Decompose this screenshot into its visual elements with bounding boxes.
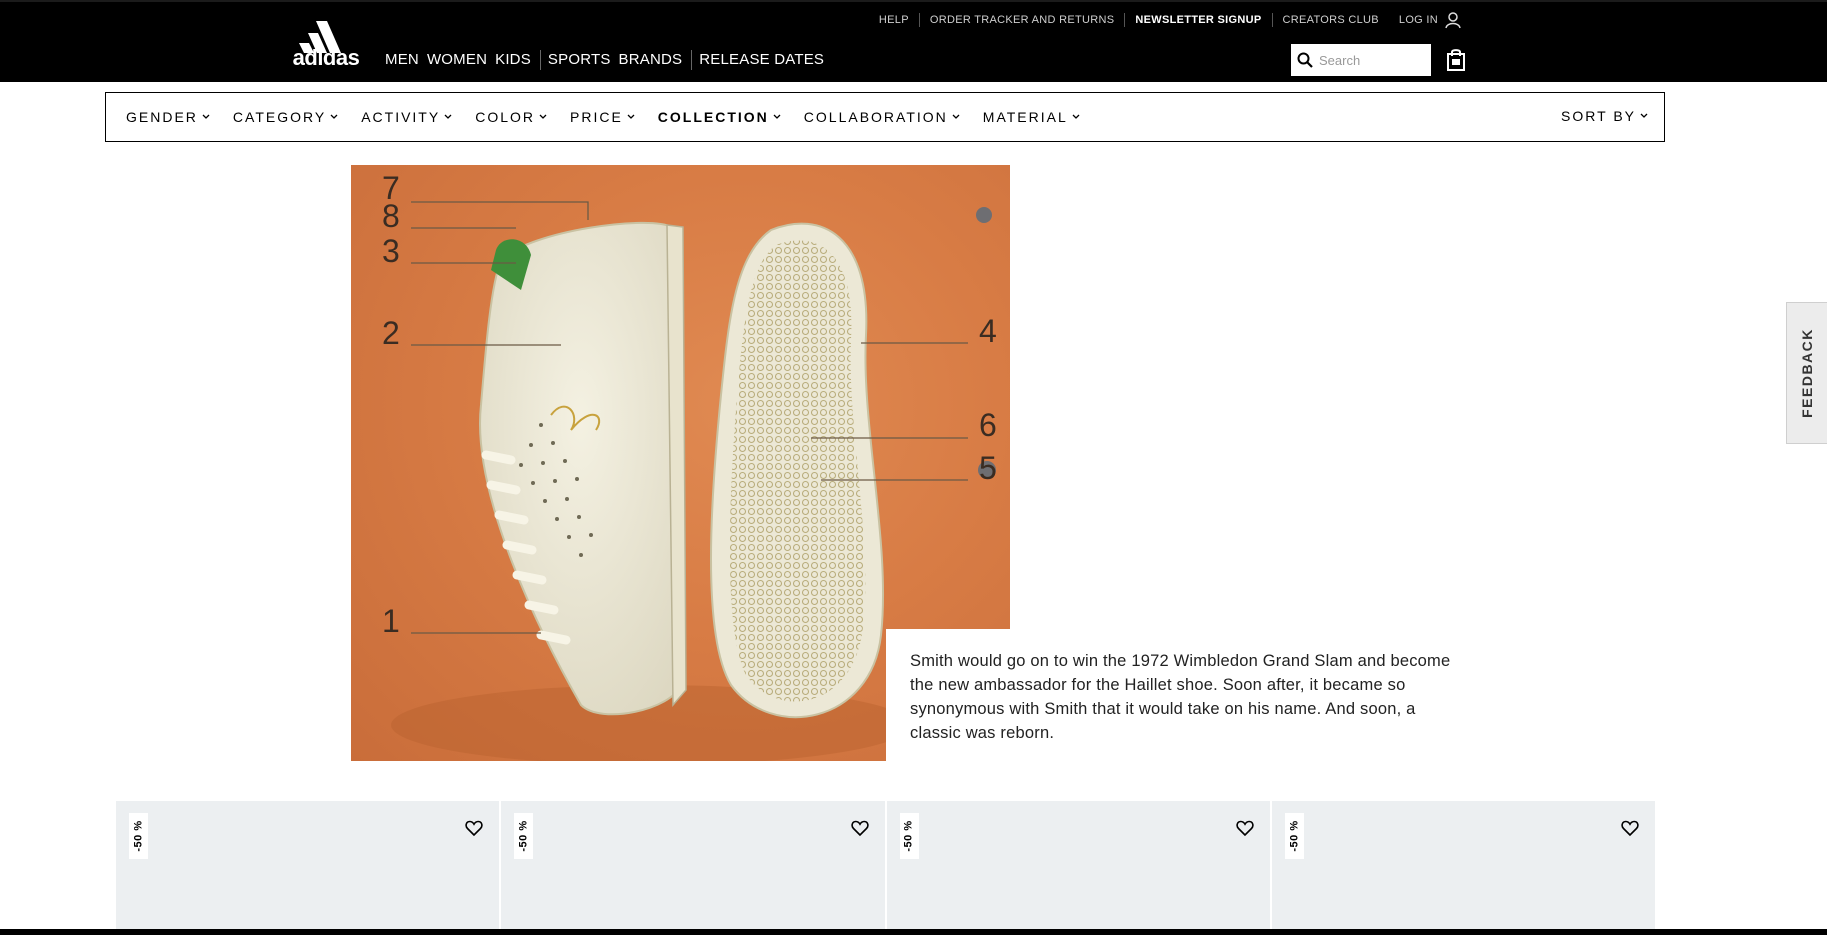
filter-label: MATERIAL [982,109,1068,125]
diagram-label-4: 4 [979,313,997,349]
nav-women[interactable]: WOMEN [425,51,489,69]
discount-badge: -50 % [129,813,148,859]
story-text-card: Smith would go on to win the 1972 Wimble… [886,629,1491,764]
creators-club-link[interactable]: CREATORS CLUB [1271,13,1389,27]
order-tracker-link[interactable]: ORDER TRACKER AND RETURNS [918,13,1125,27]
help-link[interactable]: HELP [869,13,919,27]
newsletter-signup-link[interactable]: NEWSLETTER SIGNUP [1124,13,1271,27]
filter-material[interactable]: MATERIAL [983,109,1080,125]
adidas-logo[interactable]: adidas [290,19,362,71]
filter-category[interactable]: CATEGORY [233,109,338,125]
heart-icon[interactable] [465,819,483,837]
diagram-label-1: 1 [382,603,400,639]
chevron-down-icon [1072,114,1080,119]
product-grid: -50 % -50 % -50 % -50 % [116,801,1655,931]
chevron-down-icon [773,114,781,119]
nav-sports[interactable]: SPORTS [546,51,613,69]
filter-label: GENDER [126,109,198,125]
sort-by-button[interactable]: SORT BY [1561,108,1648,124]
chevron-down-icon [952,114,960,119]
diagram-label-2: 2 [382,315,400,351]
feedback-tab[interactable]: FEEDBACK [1786,302,1827,444]
filter-price[interactable]: PRICE [570,109,635,125]
cart-button[interactable] [1446,48,1466,72]
diagram-label-5: 5 [979,450,997,486]
diagram-label-8: 8 [382,198,400,234]
login-link[interactable]: LOG IN [1389,11,1472,29]
filter-gender[interactable]: GENDER [126,109,210,125]
discount-badge: -50 % [899,813,919,859]
utility-nav: HELP ORDER TRACKER AND RETURNS NEWSLETTE… [869,11,1472,29]
site-header: HELP ORDER TRACKER AND RETURNS NEWSLETTE… [0,0,1827,82]
sort-label: SORT BY [1561,108,1636,124]
nav-divider [539,50,541,70]
search-icon[interactable] [1297,52,1313,68]
filter-activity[interactable]: ACTIVITY [361,109,452,125]
main-nav: MEN WOMEN KIDS SPORTS BRANDS RELEASE DAT… [383,50,830,70]
login-label: LOG IN [1398,14,1438,26]
chevron-down-icon [202,114,210,119]
story-paragraph: Smith would go on to win the 1972 Wimble… [910,652,1451,742]
filter-label: COLLECTION [657,109,769,125]
diagram-label-3: 3 [382,233,400,269]
chevron-down-icon [627,114,635,119]
logo-wordmark: adidas [292,45,360,70]
filter-label: COLLABORATION [803,109,948,125]
chevron-down-icon [444,114,452,119]
user-icon [1445,12,1461,29]
nav-release-dates[interactable]: RELEASE DATES [697,51,826,69]
filter-collection[interactable]: COLLECTION [658,109,781,125]
diagram-label-6: 6 [979,407,997,443]
nav-brands[interactable]: BRANDS [617,51,685,69]
discount-label: -50 % [517,820,530,852]
nav-divider [691,50,693,70]
feedback-label: FEEDBACK [1799,328,1815,418]
heart-icon[interactable] [1236,819,1254,837]
discount-badge: -50 % [1284,813,1304,859]
nav-kids[interactable]: KIDS [493,51,533,69]
discount-label: -50 % [1288,820,1301,852]
product-card[interactable]: -50 % [1271,801,1655,931]
filter-bar: GENDER CATEGORY ACTIVITY COLOR PRICE COL… [105,92,1665,142]
window-bottom-edge [0,929,1827,935]
chevron-down-icon [330,114,338,119]
filter-label: CATEGORY [232,109,327,125]
nav-men[interactable]: MEN [383,51,421,69]
heart-icon[interactable] [850,819,869,837]
discount-label: -50 % [903,820,915,852]
chevron-down-icon [539,114,547,119]
product-card[interactable]: -50 % [886,801,1270,931]
product-card[interactable]: -50 % [501,801,885,931]
filter-color[interactable]: COLOR [475,109,547,125]
search-input[interactable] [1319,52,1419,68]
filter-label: COLOR [475,109,535,125]
discount-badge: -50 % [514,813,534,859]
chevron-down-icon [1640,113,1648,118]
heart-icon[interactable] [1621,819,1639,837]
product-card[interactable]: -50 % [116,801,500,931]
filter-label: ACTIVITY [361,109,441,125]
filter-collaboration[interactable]: COLLABORATION [804,109,960,125]
shopping-bag-icon [1447,49,1465,71]
search-box[interactable] [1291,44,1431,76]
filter-label: PRICE [570,109,623,125]
discount-label: -50 % [132,820,145,852]
